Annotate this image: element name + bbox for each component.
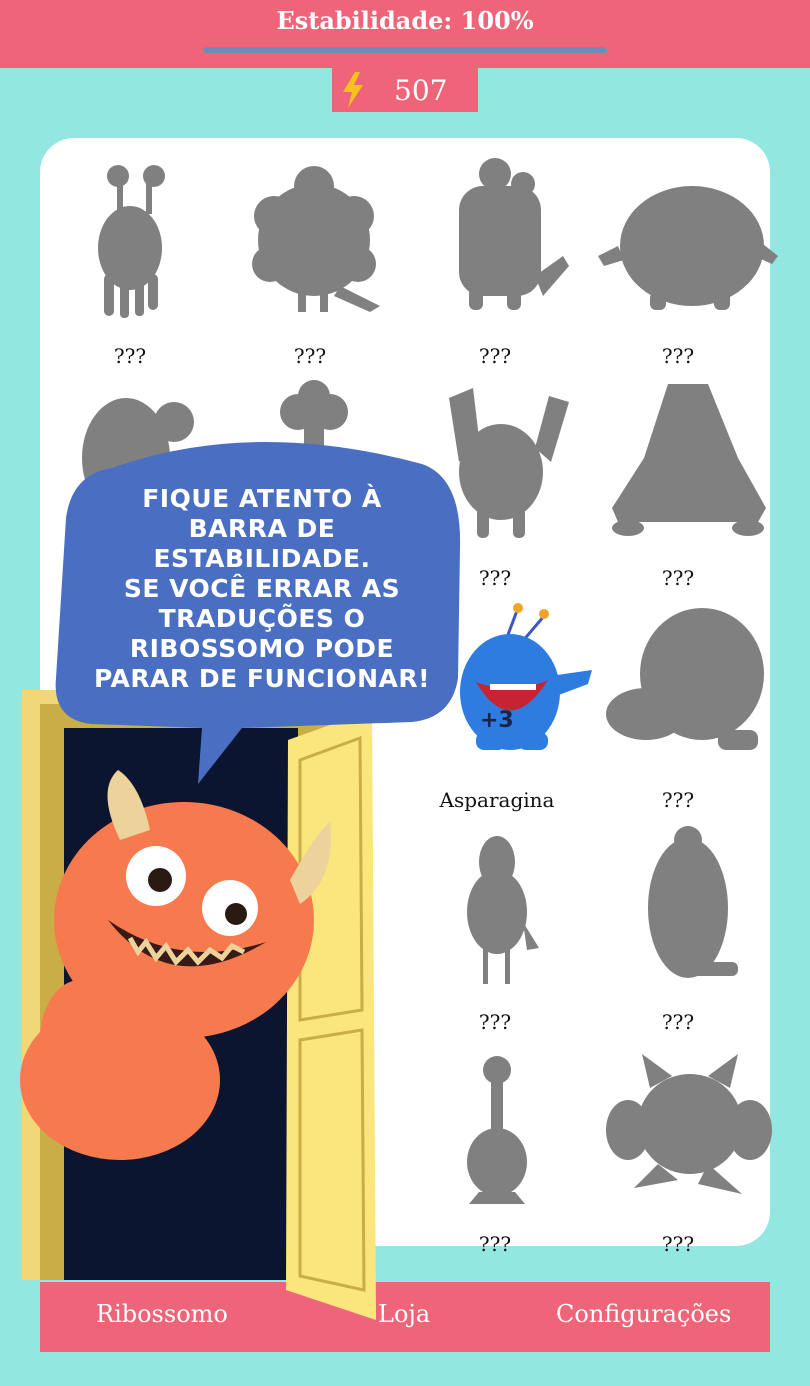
monster-card[interactable]: ??? <box>40 148 220 368</box>
monster-card[interactable]: ??? <box>588 148 778 368</box>
monster-card[interactable]: ??? <box>588 370 768 590</box>
locked-monster-silhouette <box>252 166 380 312</box>
locked-monster-silhouette <box>648 826 738 978</box>
locked-monster-silhouette <box>467 1056 527 1204</box>
energy-value: 507 <box>394 74 448 107</box>
monster-name: Asparagina <box>439 788 555 812</box>
monster-card[interactable]: ??? <box>588 814 768 1034</box>
monster-card[interactable]: ??? <box>405 814 585 1034</box>
monster-name: ??? <box>661 1232 695 1256</box>
monster-name: ??? <box>661 788 695 812</box>
monster-name: ??? <box>478 344 512 368</box>
stability-bar-fill <box>203 47 607 53</box>
monster-name: ??? <box>293 344 327 368</box>
stability-header: Estabilidade: 100% <box>0 0 810 68</box>
monster-card[interactable]: ??? <box>588 1036 772 1256</box>
monster-card[interactable]: ??? <box>405 148 585 368</box>
monster-name: ??? <box>478 1232 512 1256</box>
energy-counter: 507 <box>332 68 478 112</box>
monster-name: ??? <box>113 344 147 368</box>
monster-name: ??? <box>478 1010 512 1034</box>
monster-card[interactable]: ??? <box>220 148 400 368</box>
monster-name: ??? <box>661 344 695 368</box>
locked-monster-silhouette <box>98 165 165 318</box>
lightning-icon <box>343 72 363 108</box>
locked-monster-silhouette <box>459 158 569 310</box>
stability-label: Estabilidade: 100% <box>276 6 534 35</box>
locked-monster-silhouette <box>612 384 766 536</box>
nav-configuracoes[interactable]: Configurações <box>556 1300 731 1328</box>
locked-monster-silhouette <box>606 608 764 750</box>
monster-name: ??? <box>661 1010 695 1034</box>
monster-card[interactable]: ??? <box>405 1036 585 1256</box>
locked-monster-silhouette <box>467 836 539 984</box>
stability-bar <box>203 47 607 53</box>
monster-name: ??? <box>661 566 695 590</box>
locked-monster-silhouette <box>606 1054 772 1194</box>
bonus-badge: +3 <box>480 708 514 733</box>
tutorial-message: FIQUE ATENTO À BARRA DE ESTABILIDADE. SE… <box>93 484 431 693</box>
monster-card[interactable]: ??? <box>588 592 768 812</box>
locked-monster-silhouette <box>598 186 778 310</box>
